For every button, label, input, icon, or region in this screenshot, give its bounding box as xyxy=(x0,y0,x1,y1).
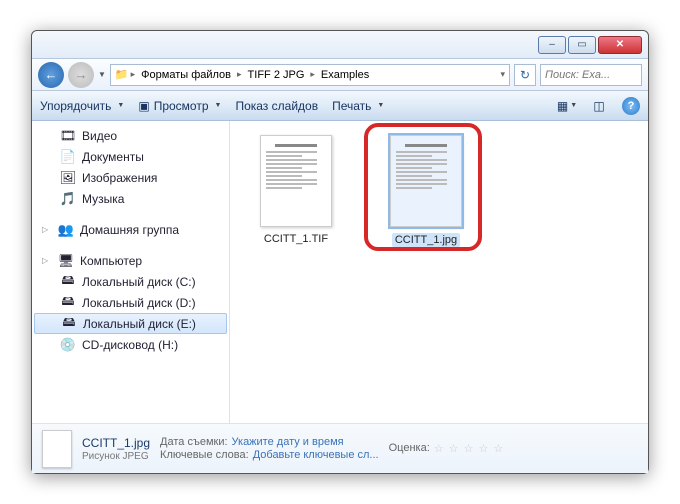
chevron-right-icon[interactable]: ▸ xyxy=(131,69,136,80)
sidebar-item-documents[interactable]: 📄Документы xyxy=(32,146,229,167)
cd-icon: 💿 xyxy=(60,337,76,353)
file-label: CCITT_1.jpg xyxy=(392,233,460,247)
document-icon: 📄 xyxy=(60,149,76,165)
sidebar-item-drive-c[interactable]: 🖴Локальный диск (C:) xyxy=(32,271,229,292)
sidebar-item-videos[interactable]: 🎞Видео xyxy=(32,125,229,146)
maximize-button[interactable]: ▭ xyxy=(568,36,596,54)
search-input[interactable] xyxy=(540,64,642,86)
slideshow-button[interactable]: Показ слайдов xyxy=(235,99,318,113)
breadcrumb-segment[interactable]: TIFF 2 JPG xyxy=(244,69,309,81)
drive-icon: 🖴 xyxy=(60,274,76,290)
minimize-button[interactable]: – xyxy=(538,36,566,54)
sidebar-group-homegroup[interactable]: 👥Домашняя группа xyxy=(32,219,229,240)
sidebar-group-computer[interactable]: 🖥Компьютер xyxy=(32,250,229,271)
music-icon: 🎵 xyxy=(60,191,76,207)
details-date-value[interactable]: Укажите дату и время xyxy=(232,436,344,448)
details-keywords-label: Ключевые слова: xyxy=(160,449,249,461)
nav-back-button[interactable]: ← xyxy=(38,62,64,88)
file-pane[interactable]: CCITT_1.TIF CCITT_1.jpg xyxy=(230,121,648,423)
breadcrumb[interactable]: 📁 ▸ Форматы файлов ▸ TIFF 2 JPG ▸ Exampl… xyxy=(110,64,510,86)
toolbar: Упорядочить▼ ▣Просмотр▼ Показ слайдов Пе… xyxy=(32,91,648,121)
help-button[interactable]: ? xyxy=(622,97,640,115)
details-date-label: Дата съемки: xyxy=(160,436,227,448)
chevron-down-icon[interactable]: ▾ xyxy=(500,69,505,80)
file-item-selected[interactable]: CCITT_1.jpg xyxy=(374,135,478,247)
details-keywords-value[interactable]: Добавьте ключевые сл... xyxy=(253,449,379,461)
details-filename: CCITT_1.jpg xyxy=(82,436,150,450)
drive-icon: 🖴 xyxy=(61,316,77,332)
sidebar-item-drive-d[interactable]: 🖴Локальный диск (D:) xyxy=(32,292,229,313)
breadcrumb-segment[interactable]: Форматы файлов xyxy=(137,69,235,81)
homegroup-icon: 👥 xyxy=(58,222,74,238)
view-options-button[interactable]: ▦▼ xyxy=(558,97,576,115)
nav-history-dropdown[interactable]: ▼ xyxy=(98,70,106,79)
image-icon: 🖼 xyxy=(60,170,76,186)
preview-icon: ▣ xyxy=(138,99,149,113)
chevron-right-icon[interactable]: ▸ xyxy=(237,69,242,80)
sidebar-item-drive-e[interactable]: 🖴Локальный диск (E:) xyxy=(34,313,227,334)
print-menu[interactable]: Печать▼ xyxy=(332,99,384,113)
folder-icon: 📁 xyxy=(115,68,129,81)
nav-tree: 🎞Видео 📄Документы 🖼Изображения 🎵Музыка 👥… xyxy=(32,121,230,423)
details-filetype: Рисунок JPEG xyxy=(82,451,150,462)
preview-button[interactable]: ▣Просмотр▼ xyxy=(138,99,221,113)
titlebar: – ▭ ✕ xyxy=(32,31,648,59)
refresh-button[interactable]: ↻ xyxy=(514,64,536,86)
computer-icon: 🖥 xyxy=(58,253,74,269)
details-thumbnail xyxy=(42,430,72,468)
file-item[interactable]: CCITT_1.TIF xyxy=(244,135,348,245)
file-thumbnail xyxy=(260,135,332,227)
explorer-window: – ▭ ✕ ← → ▼ 📁 ▸ Форматы файлов ▸ TIFF 2 … xyxy=(31,30,649,474)
sidebar-item-music[interactable]: 🎵Музыка xyxy=(32,188,229,209)
nav-forward-button: → xyxy=(68,62,94,88)
preview-pane-button[interactable]: ◫ xyxy=(590,97,608,115)
file-thumbnail xyxy=(390,135,462,227)
details-pane: CCITT_1.jpg Рисунок JPEG Дата съемки: Ука… xyxy=(32,423,648,473)
video-icon: 🎞 xyxy=(60,128,76,144)
file-label: CCITT_1.TIF xyxy=(264,233,328,245)
sidebar-item-images[interactable]: 🖼Изображения xyxy=(32,167,229,188)
sidebar-item-drive-cd[interactable]: 💿CD-дисковод (H:) xyxy=(32,334,229,355)
details-rating-label: Оценка: xyxy=(389,442,430,455)
close-button[interactable]: ✕ xyxy=(598,36,642,54)
breadcrumb-segment[interactable]: Examples xyxy=(317,69,373,81)
details-rating-stars[interactable]: ☆ ☆ ☆ ☆ ☆ xyxy=(434,442,505,455)
organize-menu[interactable]: Упорядочить▼ xyxy=(40,99,124,113)
drive-icon: 🖴 xyxy=(60,295,76,311)
chevron-right-icon[interactable]: ▸ xyxy=(310,69,315,80)
nav-bar: ← → ▼ 📁 ▸ Форматы файлов ▸ TIFF 2 JPG ▸ … xyxy=(32,59,648,91)
